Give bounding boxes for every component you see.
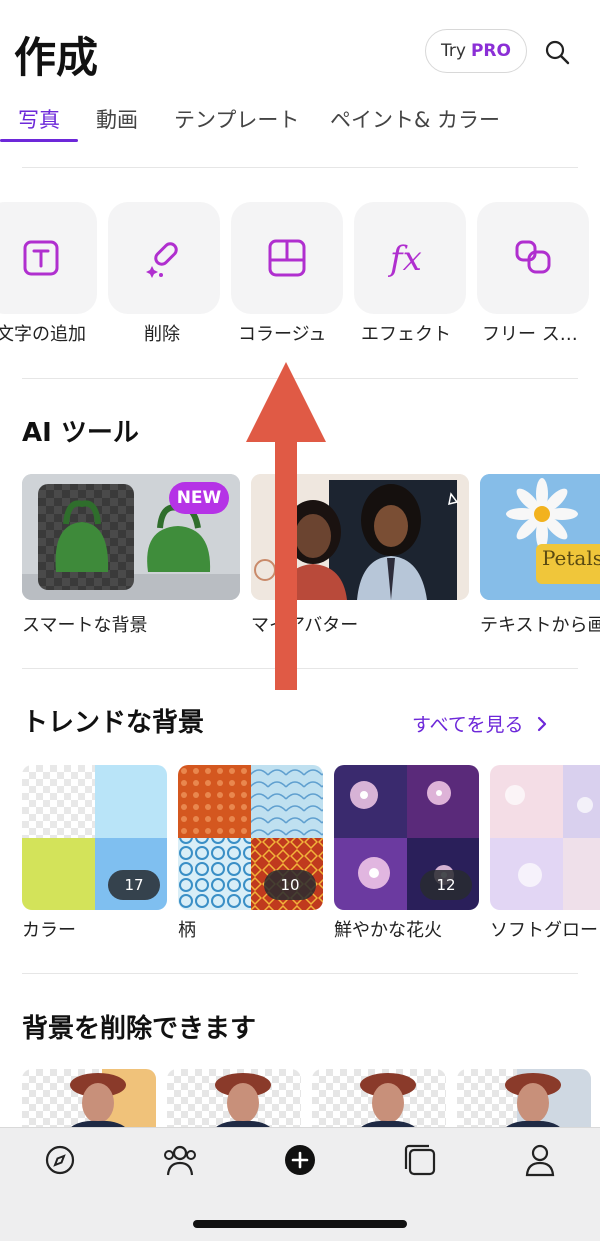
tool-remove[interactable] — [108, 202, 220, 314]
search-icon[interactable] — [541, 36, 573, 68]
try-pro-button[interactable]: Try PRO — [425, 29, 527, 73]
new-badge: NEW — [169, 482, 229, 514]
tab-template[interactable]: テンプレート — [174, 104, 299, 134]
active-tab-indicator — [0, 139, 78, 142]
community-icon — [164, 1145, 196, 1176]
trending-label-fireworks: 鮮やかな花火 — [334, 920, 442, 941]
profile-icon — [525, 1144, 555, 1177]
count-badge: 10 — [264, 870, 316, 900]
count-badge: 12 — [420, 870, 472, 900]
tool-freestyle[interactable] — [477, 202, 589, 314]
tab-community[interactable] — [160, 1142, 200, 1178]
tool-collage[interactable] — [231, 202, 343, 314]
divider — [22, 167, 578, 168]
page-title: 作成 — [14, 33, 99, 82]
tool-add-text[interactable] — [0, 202, 97, 314]
ai-card-text-to-image[interactable]: Petals — [480, 474, 600, 600]
text-box-icon — [23, 240, 59, 276]
projects-icon — [404, 1144, 436, 1176]
try-label: Try — [441, 41, 466, 61]
home-indicator — [193, 1220, 407, 1228]
eraser-sparkle-icon — [146, 242, 178, 278]
pro-label: PRO — [470, 41, 511, 61]
ai-label-text-to-image: テキストから画 — [480, 615, 600, 636]
up-arrow-annotation — [246, 362, 326, 690]
compass-icon — [45, 1145, 75, 1175]
ai-label-smart-background: スマートな背景 — [22, 615, 148, 636]
petals-label: Petals — [542, 546, 600, 570]
tab-explore[interactable] — [40, 1142, 80, 1178]
trending-label-pattern: 柄 — [178, 920, 196, 941]
freestyle-shapes-icon — [515, 240, 551, 274]
fx-icon: fx — [388, 239, 422, 278]
collage-grid-icon — [268, 239, 306, 277]
soft-glow-thumbnail — [490, 765, 600, 910]
see-all-link[interactable]: すべてを見る — [412, 710, 552, 737]
remove-bg-title: 背景を削除できます — [22, 1014, 257, 1044]
tool-label-add-text: 文字の追加 — [0, 324, 86, 345]
tool-effect[interactable]: fx — [354, 202, 466, 314]
tool-label-freestyle: フリー ス… — [482, 324, 578, 345]
divider — [22, 973, 578, 974]
tab-create[interactable] — [280, 1142, 320, 1178]
trending-title: トレンドな背景 — [22, 708, 205, 738]
trending-label-soft-glow: ソフトグロー — [490, 920, 598, 941]
ai-tools-title: AI ツール — [22, 418, 139, 448]
tab-photo[interactable]: 写真 — [18, 104, 60, 134]
trending-label-color: カラー — [22, 920, 76, 941]
tab-video[interactable]: 動画 — [96, 104, 138, 134]
chevron-right-icon — [537, 716, 546, 731]
tab-projects[interactable] — [400, 1142, 440, 1178]
tab-paint-color[interactable]: ペイント& カラー — [330, 104, 500, 134]
petals-image — [480, 474, 600, 600]
see-all-label: すべてを見る — [412, 714, 524, 736]
trending-card-soft-glow[interactable] — [490, 765, 600, 910]
tool-label-collage: コラージュ — [238, 324, 327, 345]
svg-text:fx: fx — [388, 239, 422, 278]
tool-label-remove: 削除 — [144, 324, 180, 345]
tool-label-effect: エフェクト — [361, 324, 451, 345]
count-badge: 17 — [108, 870, 160, 900]
tab-profile[interactable] — [520, 1142, 560, 1178]
tab-bar: 写真 動画 テンプレート ペイント& カラー — [0, 104, 600, 144]
add-icon — [285, 1145, 315, 1175]
